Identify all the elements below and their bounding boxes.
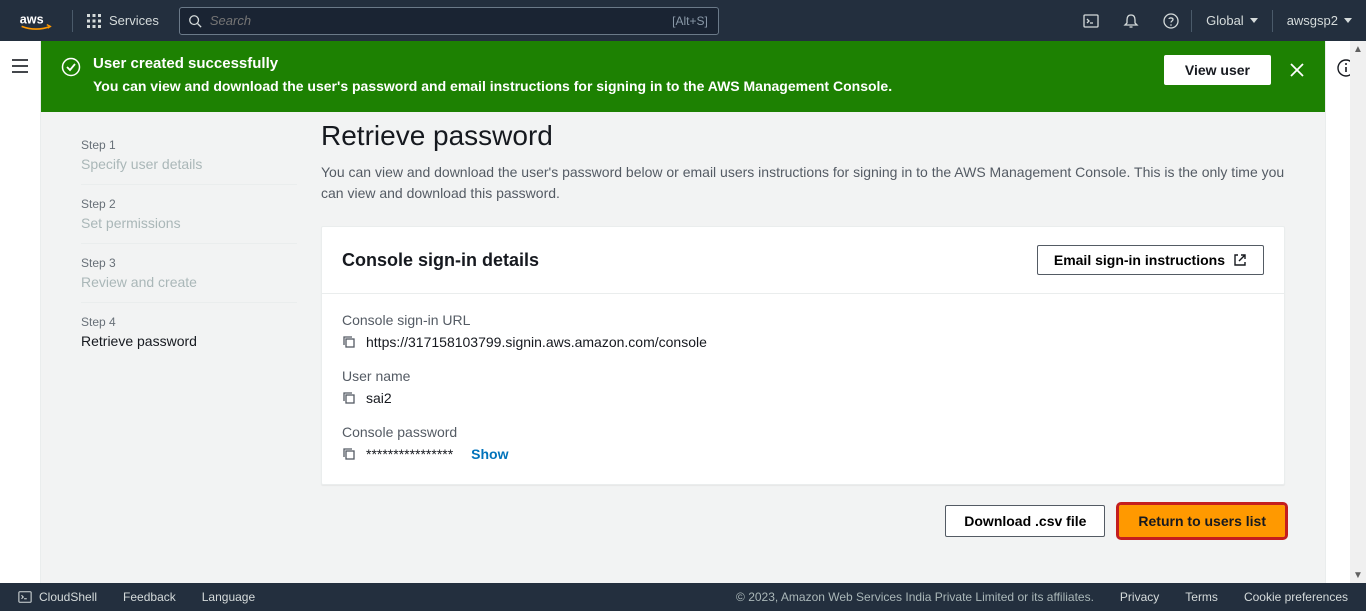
- show-password-link[interactable]: Show: [471, 446, 508, 462]
- search-bar[interactable]: [Alt+S]: [179, 7, 719, 35]
- copy-icon[interactable]: [342, 447, 356, 461]
- field-label: User name: [342, 368, 1264, 384]
- scroll-up-arrow[interactable]: ▲: [1350, 41, 1366, 57]
- wizard-step-2[interactable]: Step 2 Set permissions: [81, 185, 297, 244]
- cookie-link[interactable]: Cookie preferences: [1244, 590, 1348, 604]
- step-title: Set permissions: [81, 215, 297, 231]
- step-number: Step 3: [81, 256, 297, 270]
- cloudshell-link[interactable]: CloudShell: [18, 590, 97, 604]
- field-label: Console sign-in URL: [342, 312, 1264, 328]
- email-instructions-button[interactable]: Email sign-in instructions: [1037, 245, 1264, 275]
- main-area: User created successfully You can view a…: [0, 41, 1366, 583]
- cloudshell-icon[interactable]: [1071, 0, 1111, 41]
- banner-actions: View user: [1164, 55, 1305, 85]
- bottom-bar: CloudShell Feedback Language © 2023, Ama…: [0, 583, 1366, 611]
- username-value: sai2: [366, 390, 392, 406]
- feedback-link[interactable]: Feedback: [123, 590, 176, 604]
- step-number: Step 2: [81, 197, 297, 211]
- password-value: ****************: [366, 446, 453, 462]
- step-number: Step 1: [81, 138, 297, 152]
- svg-text:aws: aws: [20, 12, 44, 26]
- grid-icon: [87, 14, 101, 28]
- copyright-text: © 2023, Amazon Web Services India Privat…: [736, 590, 1094, 604]
- step-title: Review and create: [81, 274, 297, 290]
- wizard-step-4[interactable]: Step 4 Retrieve password: [81, 303, 297, 361]
- close-icon[interactable]: [1289, 62, 1305, 78]
- aws-logo[interactable]: aws: [0, 12, 72, 30]
- caret-down-icon: [1344, 18, 1352, 23]
- page-description: You can view and download the user's pas…: [321, 162, 1285, 204]
- caret-down-icon: [1250, 18, 1258, 23]
- scrollbar[interactable]: ▲ ▼: [1350, 41, 1366, 583]
- banner-body: User created successfully You can view a…: [93, 55, 1152, 94]
- cloudshell-label: CloudShell: [39, 590, 97, 604]
- signin-details-panel: Console sign-in details Email sign-in in…: [321, 226, 1285, 485]
- copy-icon[interactable]: [342, 391, 356, 405]
- search-icon: [180, 14, 210, 28]
- step-number: Step 4: [81, 315, 297, 329]
- panel-title: Console sign-in details: [342, 250, 539, 271]
- copy-icon[interactable]: [342, 335, 356, 349]
- hamburger-icon[interactable]: [12, 59, 28, 73]
- cloudshell-icon: [18, 590, 32, 604]
- return-users-list-button[interactable]: Return to users list: [1119, 505, 1285, 537]
- account-selector[interactable]: awsgsp2: [1273, 0, 1366, 41]
- field-password: Console password **************** Show: [342, 424, 1264, 462]
- success-banner: User created successfully You can view a…: [41, 41, 1325, 112]
- panel-header: Console sign-in details Email sign-in in…: [322, 227, 1284, 294]
- region-label: Global: [1206, 13, 1244, 28]
- bottombar-right: © 2023, Amazon Web Services India Privat…: [736, 590, 1348, 604]
- wizard-step-3[interactable]: Step 3 Review and create: [81, 244, 297, 303]
- check-circle-icon: [61, 57, 81, 77]
- services-label: Services: [109, 13, 159, 28]
- page-body: Step 1 Specify user details Step 2 Set perm…: [41, 112, 1325, 557]
- privacy-link[interactable]: Privacy: [1120, 590, 1159, 604]
- bottombar-left: CloudShell Feedback Language: [18, 590, 255, 604]
- page-heading: Retrieve password: [321, 120, 1285, 152]
- page-footer-buttons: Download .csv file Return to users list: [321, 505, 1285, 537]
- wizard-steps: Step 1 Specify user details Step 2 Set perm…: [41, 112, 321, 557]
- language-link[interactable]: Language: [202, 590, 255, 604]
- email-btn-label: Email sign-in instructions: [1054, 252, 1225, 268]
- services-menu[interactable]: Services: [73, 13, 173, 28]
- help-icon[interactable]: [1151, 0, 1191, 41]
- panel-body: Console sign-in URL https://317158103799…: [322, 294, 1284, 484]
- top-navigation: aws Services [Alt+S] Global awsgsp2: [0, 0, 1366, 41]
- search-input[interactable]: [210, 13, 672, 28]
- search-shortcut-hint: [Alt+S]: [672, 14, 718, 28]
- view-user-button[interactable]: View user: [1164, 55, 1271, 85]
- left-rail: [0, 41, 41, 583]
- signin-url-value: https://317158103799.signin.aws.amazon.c…: [366, 334, 707, 350]
- step-title: Specify user details: [81, 156, 297, 172]
- account-label: awsgsp2: [1287, 13, 1338, 28]
- region-selector[interactable]: Global: [1192, 0, 1272, 41]
- terms-link[interactable]: Terms: [1185, 590, 1218, 604]
- page-main: Retrieve password You can view and downl…: [321, 112, 1325, 557]
- scroll-down-arrow[interactable]: ▼: [1350, 567, 1366, 583]
- topnav-right: Global awsgsp2: [1071, 0, 1366, 41]
- content: User created successfully You can view a…: [41, 41, 1325, 583]
- step-title: Retrieve password: [81, 333, 297, 349]
- banner-title: User created successfully: [93, 55, 1152, 72]
- download-csv-button[interactable]: Download .csv file: [945, 505, 1105, 537]
- field-signin-url: Console sign-in URL https://317158103799…: [342, 312, 1264, 350]
- banner-message: You can view and download the user's pas…: [93, 78, 1152, 94]
- notifications-icon[interactable]: [1111, 0, 1151, 41]
- field-label: Console password: [342, 424, 1264, 440]
- external-link-icon: [1233, 253, 1247, 267]
- wizard-step-1[interactable]: Step 1 Specify user details: [81, 126, 297, 185]
- field-username: User name sai2: [342, 368, 1264, 406]
